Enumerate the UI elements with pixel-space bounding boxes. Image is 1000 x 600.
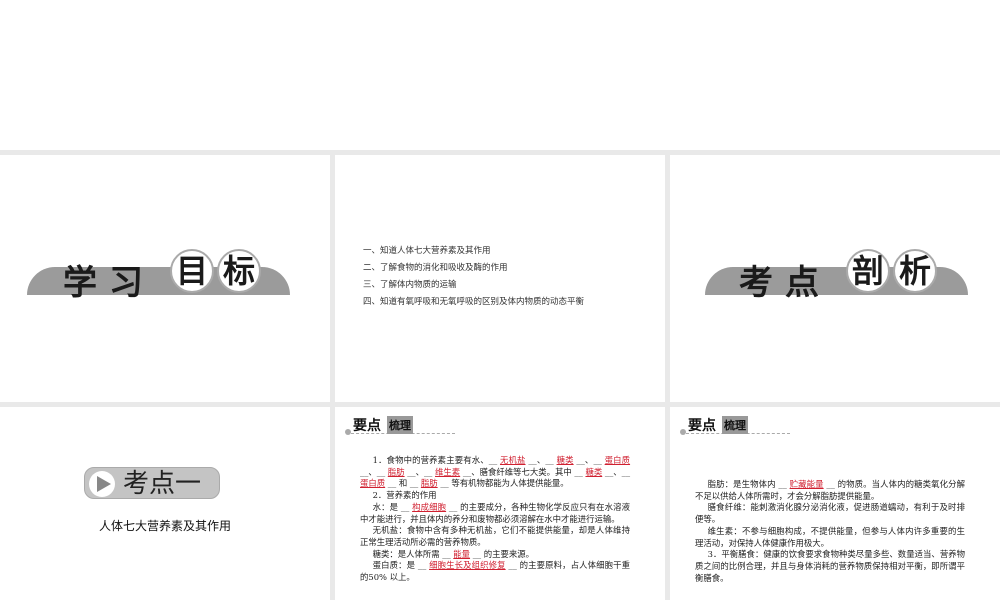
goal-item: 一、知道人体七大营养素及其作用 xyxy=(363,246,491,256)
topic-badge: 考点一 xyxy=(84,467,220,499)
paragraph: 3．平衡膳食：健康的饮食要求食物种类尽量多些、数量适当、营养物质之间的比例合理，… xyxy=(695,549,965,584)
goal-item: 二、了解食物的消化和吸收及酶的作用 xyxy=(363,263,508,273)
text-segment: __ 的主要来源。 xyxy=(470,548,534,559)
banner-char-circle: 析 xyxy=(893,249,937,293)
answer-blank: 蛋白质 xyxy=(360,478,386,489)
learning-goals-banner: 学 习 目 标 xyxy=(27,249,290,303)
section-header: 要点 梳理 xyxy=(680,415,790,435)
paragraph: 1．食物中的营养素主要有水、__ 无机盐 __、__ 糖类 __、__ 蛋白质 … xyxy=(360,455,630,490)
slide-body-text: 脂肪：是生物体内 __ 贮藏能量 __ 的物质。当人体内的糖类氧化分解不足以供给… xyxy=(695,479,965,584)
blank-top-area xyxy=(0,0,1000,150)
slide-thumbnail-2[interactable]: 一、知道人体七大营养素及其作用 二、了解食物的消化和吸收及酶的作用 三、了解体内… xyxy=(335,155,665,402)
goal-item: 四、知道有氧呼吸和无氧呼吸的区别及体内物质的动态平衡 xyxy=(363,297,585,307)
badge-label: 考点一 xyxy=(123,469,202,499)
goal-item: 三、了解体内物质的运输 xyxy=(363,280,457,290)
banner-char-circle: 标 xyxy=(217,249,261,293)
banner-char: 习 xyxy=(109,263,143,303)
answer-blank: 糖类 xyxy=(556,455,574,465)
text-segment: __、__ xyxy=(573,455,605,465)
text-segment: 蛋白质：是 __ xyxy=(372,560,430,571)
answer-blank: 脂肪 xyxy=(420,478,438,489)
banner-char: 考 xyxy=(739,263,773,303)
paragraph: 无机盐：食物中含有多种无机盐，它们不能提供能量，却是人体维持正常生理活动所必需的… xyxy=(360,525,630,548)
text-segment: 维生素：不参与细胞构成，不提供能量，但参与人体内许多重要的生理活动，对保持人体健… xyxy=(695,525,965,548)
goals-list: 一、知道人体七大营养素及其作用 二、了解食物的消化和吸收及酶的作用 三、了解体内… xyxy=(363,243,584,311)
paragraph: 糖类：是人体所需 __ 能量 __ 的主要来源。 xyxy=(360,549,630,561)
text-segment: 水：是 __ xyxy=(372,501,413,512)
answer-blank: 维生素 xyxy=(435,466,461,477)
text-segment: __ 等有机物都能为人体提供能量。 xyxy=(437,478,569,489)
analysis-banner: 考 点 剖 析 xyxy=(705,249,968,303)
header-part2: 梳理 xyxy=(722,416,748,434)
answer-blank: 糖类 xyxy=(585,466,603,477)
answer-blank: 无机盐 xyxy=(499,455,526,465)
text-segment: __、膳食纤维等七大类。其中 __ xyxy=(460,466,586,477)
slide-thumbnail-3[interactable]: 考 点 剖 析 xyxy=(670,155,1000,402)
text-segment: __、__ xyxy=(525,455,557,465)
paragraph: 膳食纤维：能刺激消化腺分泌消化液，促进肠道蠕动，有利于及时排便等。 xyxy=(695,502,965,525)
play-icon xyxy=(89,471,115,497)
answer-blank: 贮藏能量 xyxy=(789,479,824,489)
text-segment: __、__ xyxy=(602,466,631,477)
header-part2: 梳理 xyxy=(387,416,413,434)
banner-char: 点 xyxy=(785,263,819,303)
text-segment: 糖类：是人体所需 __ xyxy=(372,548,454,559)
text-segment: 2．营养素的作用 xyxy=(372,490,437,501)
banner-char: 学 xyxy=(63,263,97,303)
answer-blank: 蛋白质 xyxy=(604,455,631,465)
bullet-dot-icon xyxy=(345,429,351,435)
answer-blank: 脂肪 xyxy=(387,466,405,477)
answer-blank: 能量 xyxy=(453,548,471,559)
slide-thumbnail-4[interactable]: 考点一 人体七大营养素及其作用 xyxy=(0,407,330,600)
banner-char-circle: 剖 xyxy=(846,249,890,293)
header-part1: 要点 xyxy=(353,418,381,434)
section-header: 要点 梳理 xyxy=(345,415,455,435)
paragraph: 脂肪：是生物体内 __ 贮藏能量 __ 的物质。当人体内的糖类氧化分解不足以供给… xyxy=(695,479,965,502)
slide-thumbnail-6[interactable]: 要点 梳理 脂肪：是生物体内 __ 贮藏能量 __ 的物质。当人体内的糖类氧化分… xyxy=(670,407,1000,600)
slide-body-text: 1．食物中的营养素主要有水、__ 无机盐 __、__ 糖类 __、__ 蛋白质 … xyxy=(360,455,630,584)
paragraph: 蛋白质：是 __ 细胞生长及组织修复 __ 的主要原料，占人体细胞干重的50% … xyxy=(360,560,630,583)
paragraph: 维生素：不参与细胞构成，不提供能量，但参与人体内许多重要的生理活动，对保持人体健… xyxy=(695,526,965,549)
bullet-dot-icon xyxy=(680,429,686,435)
answer-blank: 细胞生长及组织修复 xyxy=(429,560,506,571)
text-segment: 1．食物中的营养素主要有水、__ xyxy=(372,455,500,465)
header-part1: 要点 xyxy=(688,418,716,434)
topic-subtitle: 人体七大营养素及其作用 xyxy=(98,519,231,533)
banner-char-circle: 目 xyxy=(170,249,214,293)
text-segment: __、__ xyxy=(404,466,436,477)
text-segment: 无机盐：食物中含有多种无机盐，它们不能提供能量，却是人体维持正常生理活动所必需的… xyxy=(360,525,630,547)
slide-thumbnail-1[interactable]: 学 习 目 标 xyxy=(0,155,330,402)
answer-blank: 构成细胞 xyxy=(412,501,447,512)
text-segment: 膳食纤维：能刺激消化腺分泌消化液，促进肠道蠕动，有利于及时排便等。 xyxy=(695,502,965,525)
paragraph: 水：是 __ 构成细胞 __ 的主要成分，各种生物化学反应只有在水溶液中才能进行… xyxy=(360,502,630,525)
text-segment: __、__ xyxy=(360,466,388,477)
text-segment: __ 和 __ xyxy=(385,478,421,489)
text-segment: 脂肪：是生物体内 __ xyxy=(707,479,790,489)
text-segment: 3．平衡膳食：健康的饮食要求食物种类尽量多些、数量适当、营养物质之间的比例合理，… xyxy=(695,549,965,583)
paragraph: 2．营养素的作用 xyxy=(360,490,630,502)
slide-thumbnail-5[interactable]: 要点 梳理 1．食物中的营养素主要有水、__ 无机盐 __、__ 糖类 __、_… xyxy=(335,407,665,600)
